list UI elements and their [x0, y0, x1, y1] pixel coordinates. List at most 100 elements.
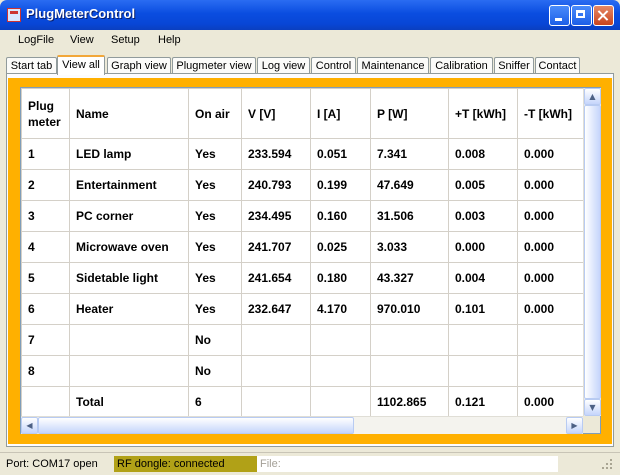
cell-name[interactable]: Microwave oven — [69, 231, 189, 263]
tab-control[interactable]: Control — [311, 57, 356, 74]
table-row[interactable]: Total 6 1102.865 0.121 0.000 — [21, 386, 584, 418]
cell-plug-meter[interactable]: 8 — [21, 355, 70, 387]
app-icon[interactable] — [7, 8, 21, 22]
cell-plug-meter[interactable]: 7 — [21, 324, 70, 356]
cell-voltage[interactable]: 240.793 — [241, 169, 311, 201]
cell-minus-t[interactable] — [517, 324, 584, 356]
cell-minus-t[interactable]: 0.000 — [517, 386, 584, 418]
cell-on-air[interactable]: No — [188, 355, 242, 387]
vertical-scrollbar[interactable]: ▲ ▼ — [583, 88, 601, 416]
cell-plus-t[interactable]: 0.008 — [448, 138, 518, 170]
cell-power[interactable]: 970.010 — [370, 293, 449, 325]
col-header-voltage[interactable]: V [V] — [241, 88, 311, 139]
cell-on-air[interactable]: Yes — [188, 262, 242, 294]
cell-minus-t[interactable]: 0.000 — [517, 293, 584, 325]
cell-on-air[interactable]: No — [188, 324, 242, 356]
cell-minus-t[interactable]: 0.000 — [517, 138, 584, 170]
cell-power[interactable]: 7.341 — [370, 138, 449, 170]
maximize-button[interactable] — [571, 5, 592, 26]
col-header-plug-meter[interactable]: Plug meter — [21, 88, 70, 139]
tab-sniffer[interactable]: Sniffer — [494, 57, 534, 74]
col-header-plus-t[interactable]: +T [kWh] — [448, 88, 518, 139]
cell-current[interactable]: 0.180 — [310, 262, 371, 294]
cell-current[interactable]: 0.051 — [310, 138, 371, 170]
horizontal-scrollbar[interactable]: ◀ ▶ — [21, 416, 583, 434]
cell-plus-t[interactable] — [448, 324, 518, 356]
vertical-scroll-thumb[interactable] — [584, 105, 601, 399]
table-row[interactable]: 5 Sidetable light Yes 241.654 0.180 43.327 0.0… — [21, 262, 584, 294]
cell-plug-meter[interactable]: 5 — [21, 262, 70, 294]
cell-plus-t[interactable]: 0.003 — [448, 200, 518, 232]
cell-plug-meter[interactable]: 2 — [21, 169, 70, 201]
tab-maintenance[interactable]: Maintenance — [357, 57, 429, 74]
cell-on-air[interactable]: Yes — [188, 200, 242, 232]
tab-calibration[interactable]: Calibration — [430, 57, 493, 74]
cell-on-air[interactable]: Yes — [188, 231, 242, 263]
cell-plus-t[interactable]: 0.005 — [448, 169, 518, 201]
cell-plug-meter[interactable]: 1 — [21, 138, 70, 170]
scroll-left-button[interactable]: ◀ — [21, 417, 38, 434]
resize-grip[interactable] — [600, 457, 614, 471]
cell-power[interactable] — [370, 355, 449, 387]
cell-plus-t[interactable]: 0.000 — [448, 231, 518, 263]
cell-power[interactable] — [370, 324, 449, 356]
table-row[interactable]: 4 Microwave oven Yes 241.707 0.025 3.033 0.000… — [21, 231, 584, 263]
scroll-right-button[interactable]: ▶ — [566, 417, 583, 434]
cell-minus-t[interactable] — [517, 355, 584, 387]
cell-plug-meter[interactable]: 4 — [21, 231, 70, 263]
cell-voltage[interactable]: 241.707 — [241, 231, 311, 263]
cell-voltage[interactable]: 241.654 — [241, 262, 311, 294]
table-row[interactable]: 2 Entertainment Yes 240.793 0.199 47.649 0.005… — [21, 169, 584, 201]
horizontal-scroll-thumb[interactable] — [38, 417, 354, 434]
tab-contact[interactable]: Contact — [535, 57, 580, 74]
cell-power[interactable]: 3.033 — [370, 231, 449, 263]
cell-plus-t[interactable]: 0.121 — [448, 386, 518, 418]
cell-name[interactable]: Heater — [69, 293, 189, 325]
cell-minus-t[interactable]: 0.000 — [517, 200, 584, 232]
cell-voltage[interactable] — [241, 324, 311, 356]
cell-plus-t[interactable] — [448, 355, 518, 387]
tab-view-all[interactable]: View all — [57, 55, 105, 75]
menu-logfile[interactable]: LogFile — [18, 34, 54, 46]
cell-power[interactable]: 43.327 — [370, 262, 449, 294]
cell-name[interactable]: Sidetable light — [69, 262, 189, 294]
tab-log-view[interactable]: Log view — [257, 57, 310, 74]
col-header-minus-t[interactable]: -T [kWh] — [517, 88, 584, 139]
cell-on-air[interactable]: 6 — [188, 386, 242, 418]
title-bar[interactable]: PlugMeterControl — [0, 0, 620, 30]
cell-voltage[interactable]: 233.594 — [241, 138, 311, 170]
close-button[interactable] — [593, 5, 614, 26]
plugmeter-grid[interactable]: Plug meter Name On air V [V] I [A] P [W]… — [20, 87, 601, 434]
col-header-name[interactable]: Name — [69, 88, 189, 139]
menu-help[interactable]: Help — [158, 34, 181, 46]
cell-current[interactable] — [310, 386, 371, 418]
tab-start[interactable]: Start tab — [6, 57, 57, 74]
table-row[interactable]: 7 No — [21, 324, 584, 356]
table-row[interactable]: 1 LED lamp Yes 233.594 0.051 7.341 0.008 0.000 — [21, 138, 584, 170]
tab-plugmeter-view[interactable]: Plugmeter view — [172, 57, 256, 74]
cell-voltage[interactable]: 234.495 — [241, 200, 311, 232]
cell-current[interactable]: 0.160 — [310, 200, 371, 232]
cell-name[interactable]: LED lamp — [69, 138, 189, 170]
cell-current[interactable] — [310, 324, 371, 356]
cell-name[interactable]: Total — [69, 386, 189, 418]
cell-minus-t[interactable]: 0.000 — [517, 169, 584, 201]
col-header-power[interactable]: P [W] — [370, 88, 449, 139]
cell-voltage[interactable] — [241, 355, 311, 387]
cell-name[interactable] — [69, 355, 189, 387]
cell-name[interactable]: PC corner — [69, 200, 189, 232]
cell-minus-t[interactable]: 0.000 — [517, 231, 584, 263]
cell-name[interactable] — [69, 324, 189, 356]
col-header-on-air[interactable]: On air — [188, 88, 242, 139]
table-row[interactable]: 8 No — [21, 355, 584, 387]
table-row[interactable]: 3 PC corner Yes 234.495 0.160 31.506 0.003 0.00… — [21, 200, 584, 232]
cell-on-air[interactable]: Yes — [188, 138, 242, 170]
cell-current[interactable] — [310, 355, 371, 387]
cell-name[interactable]: Entertainment — [69, 169, 189, 201]
minimize-button[interactable] — [549, 5, 570, 26]
cell-plug-meter[interactable] — [21, 386, 70, 418]
menu-view[interactable]: View — [70, 34, 94, 46]
table-row[interactable]: 6 Heater Yes 232.647 4.170 970.010 0.101 0.000 — [21, 293, 584, 325]
cell-plug-meter[interactable]: 6 — [21, 293, 70, 325]
scroll-down-button[interactable]: ▼ — [584, 399, 601, 416]
